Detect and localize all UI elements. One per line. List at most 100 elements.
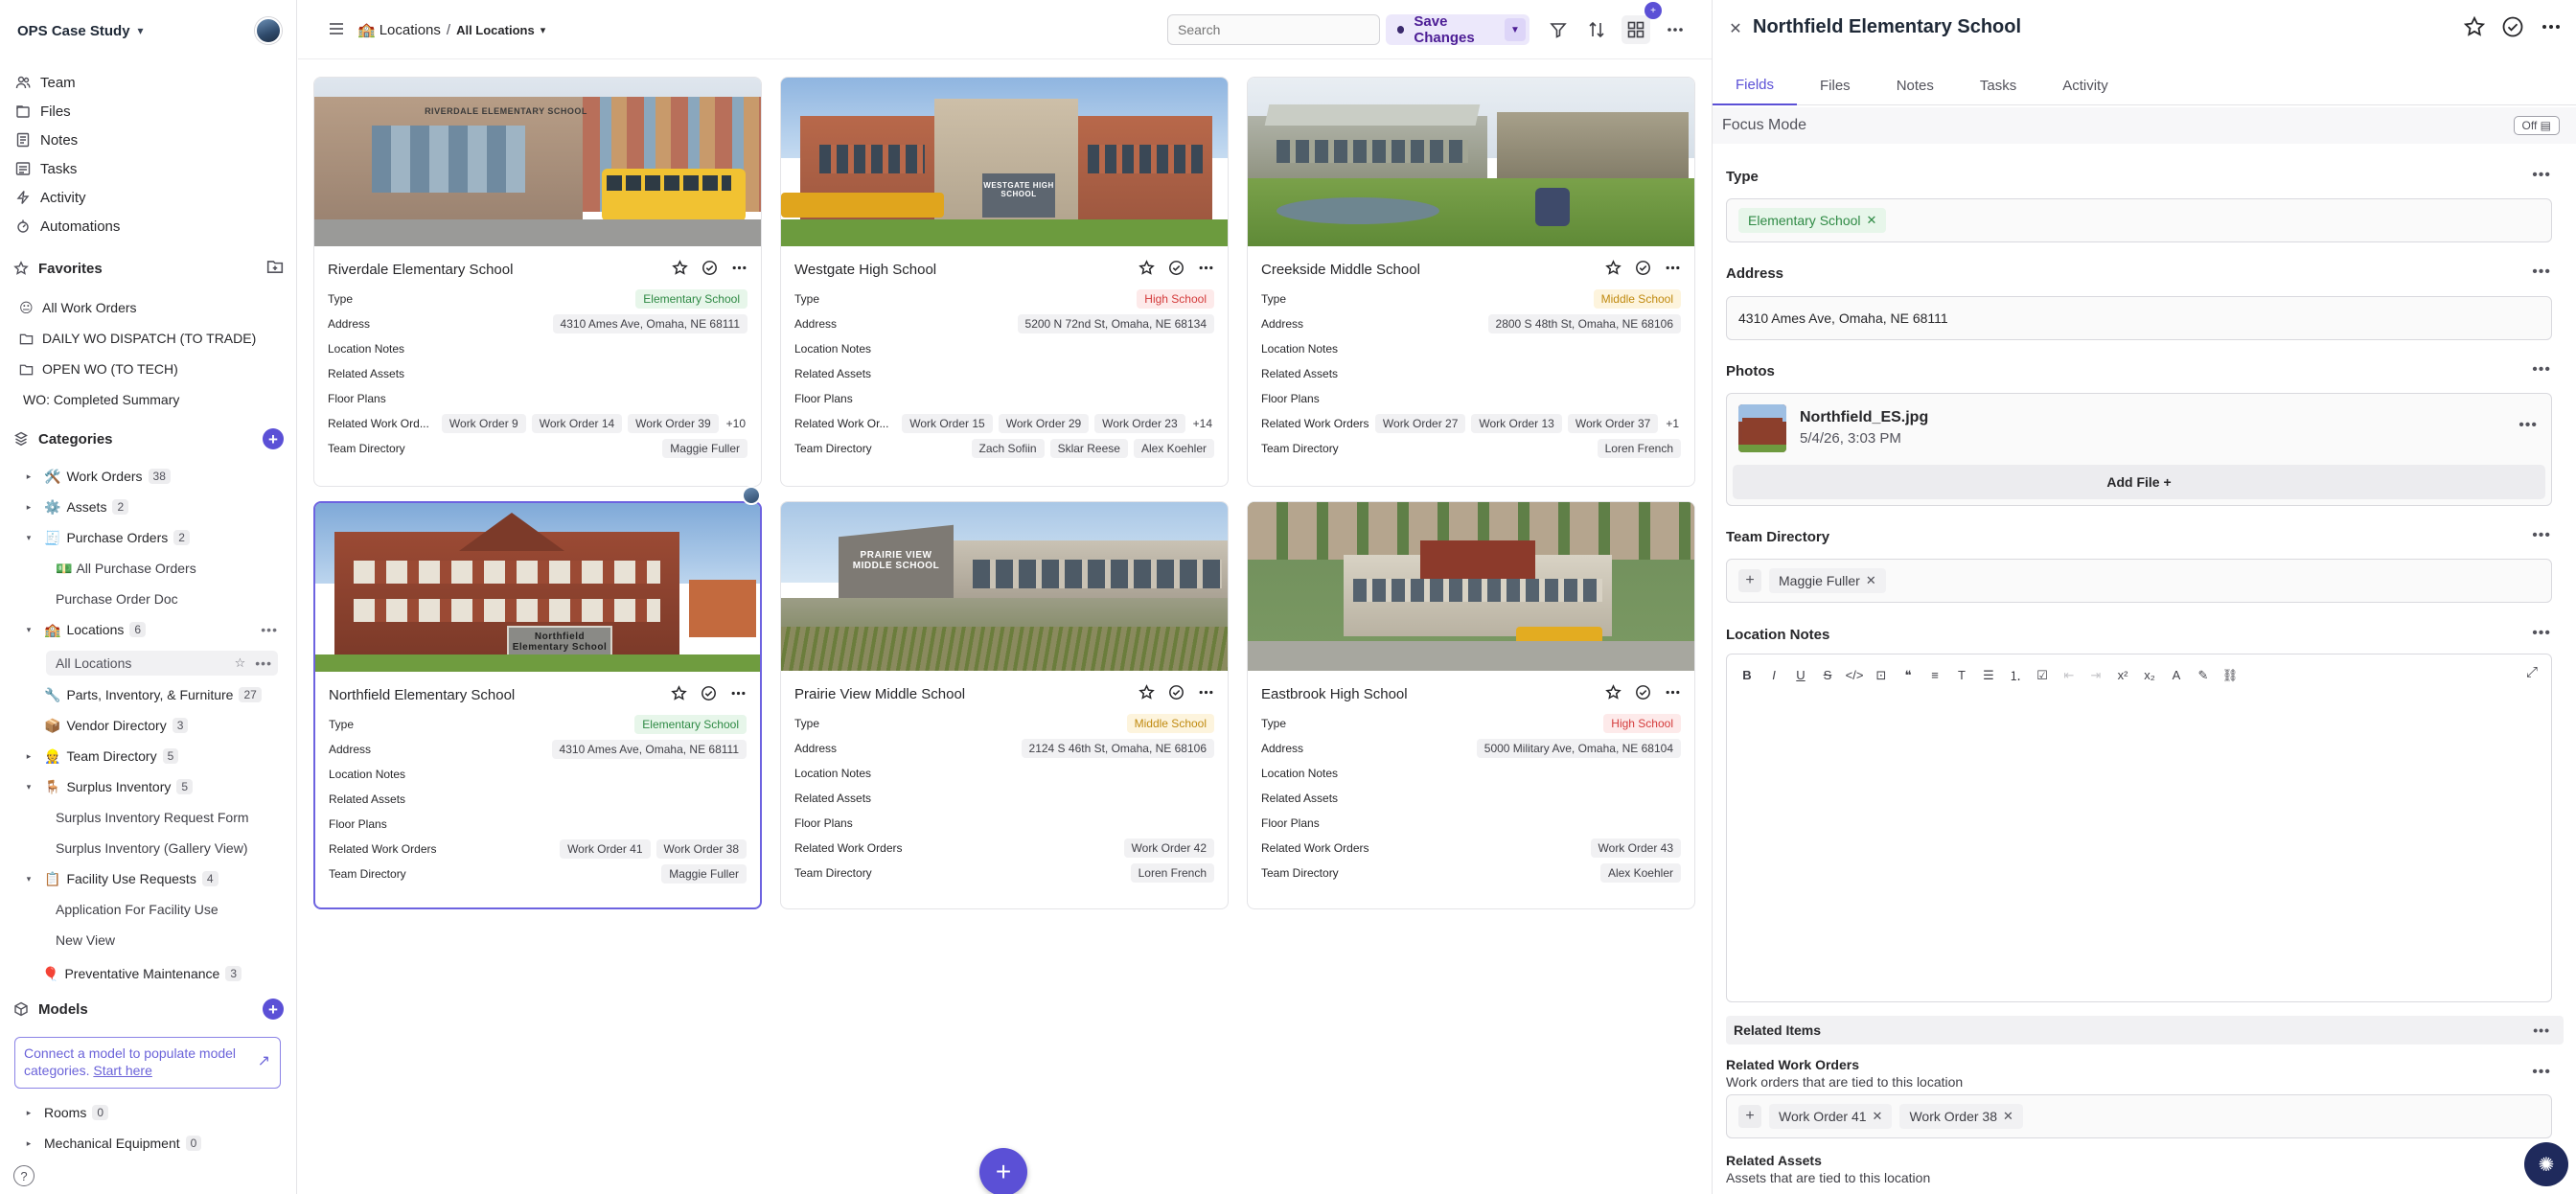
- strikethrough-icon[interactable]: S: [1819, 668, 1836, 682]
- model-mechanical-equipment[interactable]: ▸ Mechanical Equipment 0: [23, 1131, 202, 1156]
- avatar[interactable]: [255, 17, 282, 44]
- remove-icon[interactable]: ✕: [1866, 573, 1876, 588]
- more-options-icon[interactable]: [1665, 684, 1681, 703]
- view-all-locations[interactable]: All Locations ☆ •••: [46, 651, 278, 676]
- model-rooms[interactable]: ▸ Rooms 0: [23, 1100, 109, 1125]
- checklist-icon[interactable]: ☑: [2034, 668, 2051, 683]
- more-options-icon[interactable]: [1198, 684, 1214, 703]
- remove-icon[interactable]: ✕: [2003, 1109, 2013, 1124]
- favorite-all-work-orders[interactable]: 😐 All Work Orders: [19, 296, 137, 319]
- more-options-icon[interactable]: [1198, 260, 1214, 279]
- nav-team[interactable]: Team: [15, 71, 76, 94]
- assistant-icon[interactable]: ✺: [2524, 1142, 2568, 1186]
- star-icon[interactable]: [1605, 260, 1622, 279]
- card-title[interactable]: Eastbrook High School: [1261, 686, 1408, 702]
- person-chip[interactable]: Loren French: [1130, 863, 1214, 883]
- category-parts-inventory[interactable]: 🔧 Parts, Inventory, & Furniture 27: [44, 682, 262, 707]
- check-circle-icon[interactable]: [1168, 684, 1184, 703]
- menu-icon[interactable]: [327, 19, 346, 38]
- caret-right-icon[interactable]: ▸: [23, 502, 34, 513]
- more-options-icon[interactable]: [1661, 15, 1690, 44]
- more-options-icon[interactable]: [2540, 15, 2563, 41]
- code-icon[interactable]: </>: [1846, 668, 1864, 682]
- more-options-icon[interactable]: [730, 685, 747, 704]
- nav-activity[interactable]: Activity: [15, 186, 86, 209]
- caret-right-icon[interactable]: ▸: [23, 751, 34, 762]
- location-card[interactable]: Creekside Middle School Type Middle Schoo…: [1247, 77, 1695, 487]
- tab-activity[interactable]: Activity: [2039, 65, 2131, 105]
- check-circle-icon[interactable]: [702, 260, 718, 279]
- nav-notes[interactable]: Notes: [15, 128, 78, 151]
- code-block-icon[interactable]: ⊡: [1873, 668, 1890, 683]
- work-order-chip[interactable]: Work Order 23: [1094, 414, 1185, 433]
- person-chip[interactable]: Loren French: [1597, 439, 1681, 458]
- chevron-down-icon[interactable]: ▾: [540, 24, 546, 36]
- caret-down-icon[interactable]: ▾: [23, 533, 34, 543]
- location-card[interactable]: RIVERDALE ELEMENTARY SCHOOL Riverdale El…: [313, 77, 762, 487]
- favorite-wo-completed-summary[interactable]: WO: Completed Summary: [23, 388, 179, 411]
- nav-automations[interactable]: Automations: [15, 215, 120, 238]
- align-icon[interactable]: ≡: [1926, 668, 1944, 682]
- sort-icon[interactable]: [1582, 15, 1611, 44]
- work-order-chip[interactable]: Work Order 15: [902, 414, 993, 433]
- card-title[interactable]: Creekside Middle School: [1261, 262, 1420, 278]
- card-title[interactable]: Northfield Elementary School: [329, 687, 515, 703]
- tab-notes[interactable]: Notes: [1874, 65, 1957, 105]
- indent-icon[interactable]: ⇥: [2087, 668, 2104, 683]
- more-options-icon[interactable]: •••: [255, 655, 272, 671]
- search-input[interactable]: [1167, 14, 1380, 45]
- category-team-directory[interactable]: ▸ 👷 Team Directory 5: [23, 744, 179, 769]
- more-count[interactable]: +14: [1191, 414, 1214, 433]
- star-icon[interactable]: [1605, 684, 1622, 703]
- location-card[interactable]: WESTGATE HIGH SCHOOL Westgate High Schoo…: [780, 77, 1229, 487]
- category-vendor-directory[interactable]: 📦 Vendor Directory 3: [44, 713, 189, 738]
- type-field[interactable]: Elementary School ✕: [1726, 198, 2552, 242]
- person-chip[interactable]: Maggie Fuller: [661, 864, 747, 884]
- related-work-orders-field[interactable]: + Work Order 41 ✕ Work Order 38 ✕: [1726, 1094, 2552, 1138]
- view-layout-icon[interactable]: [1622, 15, 1650, 44]
- category-preventative-maintenance[interactable]: 🎈 Preventative Maintenance 3: [42, 961, 242, 986]
- caret-right-icon[interactable]: ▸: [23, 471, 34, 482]
- add-work-order-button[interactable]: +: [1738, 1105, 1761, 1128]
- view-all-purchase-orders[interactable]: 💵 All Purchase Orders: [56, 556, 196, 581]
- caret-down-icon[interactable]: ▾: [23, 874, 34, 884]
- work-order-chip[interactable]: Work Order 39: [628, 414, 719, 433]
- star-icon[interactable]: ☆: [235, 655, 246, 671]
- expand-icon[interactable]: ⤢: [2526, 664, 2538, 680]
- tab-fields[interactable]: Fields: [1713, 65, 1798, 105]
- person-chip[interactable]: Sklar Reese: [1049, 439, 1128, 458]
- link-icon[interactable]: ⛓: [2221, 668, 2239, 683]
- add-record-button[interactable]: +: [979, 1148, 1027, 1194]
- favorites-header[interactable]: Favorites: [13, 257, 284, 280]
- focus-mode-toggle[interactable]: Off ▤: [2513, 116, 2560, 135]
- more-options-icon[interactable]: •••: [2533, 1022, 2550, 1038]
- check-circle-icon[interactable]: [1635, 684, 1651, 703]
- nav-tasks[interactable]: Tasks: [15, 157, 77, 180]
- chevron-down-icon[interactable]: ▼: [1504, 18, 1527, 41]
- models-header[interactable]: Models +: [13, 998, 284, 1021]
- work-order-chip[interactable]: Work Order 13: [1471, 414, 1562, 433]
- more-options-icon[interactable]: •••: [2532, 361, 2551, 379]
- work-order-chip[interactable]: Work Order 27: [1374, 414, 1466, 433]
- work-order-chip[interactable]: Work Order 42: [1123, 838, 1214, 858]
- category-surplus-inventory[interactable]: ▾ 🪑 Surplus Inventory 5: [23, 774, 194, 799]
- star-icon[interactable]: [671, 685, 687, 704]
- more-options-icon[interactable]: •••: [2532, 167, 2551, 184]
- add-person-button[interactable]: +: [1738, 569, 1761, 592]
- check-circle-icon[interactable]: [2501, 15, 2524, 41]
- card-title[interactable]: Westgate High School: [794, 262, 936, 278]
- view-surplus-request-form[interactable]: Surplus Inventory Request Form: [56, 805, 249, 830]
- work-order-chip[interactable]: Work Order 38: [656, 839, 747, 859]
- work-order-chip[interactable]: Work Order 43: [1590, 838, 1681, 858]
- more-options-icon[interactable]: •••: [261, 622, 278, 637]
- italic-icon[interactable]: I: [1765, 668, 1782, 682]
- star-icon[interactable]: [1138, 260, 1155, 279]
- person-chip[interactable]: Maggie Fuller: [662, 439, 748, 458]
- more-options-icon[interactable]: •••: [2532, 527, 2551, 544]
- save-changes-button[interactable]: Save Changes ▼: [1386, 13, 1530, 46]
- view-purchase-order-doc[interactable]: Purchase Order Doc: [56, 586, 178, 611]
- more-options-icon[interactable]: •••: [2518, 417, 2538, 434]
- bold-icon[interactable]: B: [1738, 668, 1756, 682]
- workspace-switcher[interactable]: OPS Case Study ▾: [17, 17, 282, 44]
- card-title[interactable]: Prairie View Middle School: [794, 686, 965, 702]
